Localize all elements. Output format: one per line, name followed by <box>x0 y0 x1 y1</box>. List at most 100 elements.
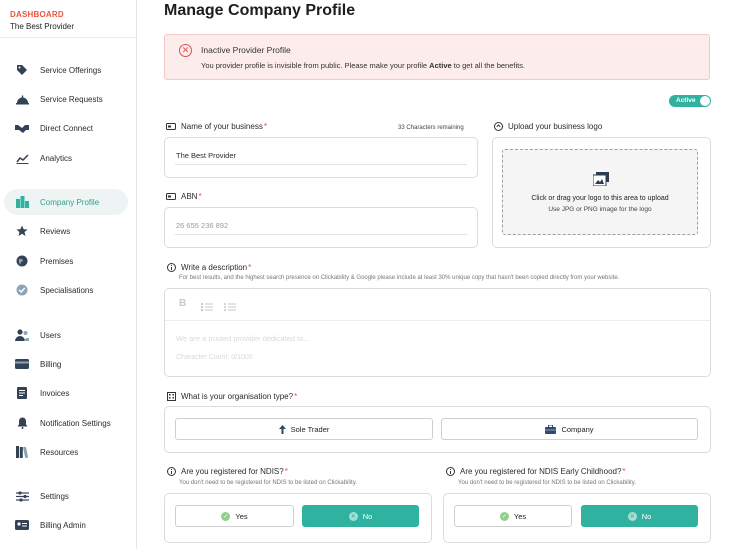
handshake-icon <box>14 121 30 135</box>
id-card-icon <box>14 518 30 532</box>
sidebar-item-label: Direct Connect <box>40 123 93 133</box>
sidebar-item-label: Premises <box>40 256 74 266</box>
id-card-icon <box>166 193 176 201</box>
building-icon <box>14 195 30 209</box>
editor-toolbar: B <box>165 289 710 321</box>
page-title: Manage Company Profile <box>164 2 356 19</box>
business-name-field[interactable]: The Best Provider <box>164 137 478 178</box>
sidebar-item-label: Invoices <box>40 388 70 398</box>
sidebar-item-service-requests[interactable]: Service Requests <box>4 86 128 112</box>
sidebar: DASHBOARD The Best Provider Service Offe… <box>0 0 137 549</box>
description-hint: For best results, and the highest search… <box>179 275 620 281</box>
ordered-list-icon[interactable] <box>201 299 213 317</box>
alert-title: Inactive Provider Profile <box>201 45 291 55</box>
sidebar-item-direct-connect[interactable]: Direct Connect <box>4 115 128 141</box>
sidebar-item-label: Users <box>40 330 61 340</box>
ndis-yes-button[interactable]: ✓ Yes <box>175 505 294 527</box>
ndis-ec-hint: You don't need to be registered for NDIS… <box>458 480 636 486</box>
sidebar-item-label: Notification Settings <box>40 418 111 428</box>
sliders-icon <box>14 489 30 503</box>
description-placeholder: We are a trusted provider dedicated to..… <box>176 334 310 343</box>
sidebar-item-billing-admin[interactable]: Billing Admin <box>4 512 128 538</box>
ndis-no-button[interactable]: ✕ No <box>302 505 419 527</box>
ndis-ec-label: Are you registered for NDIS Early Childh… <box>445 467 626 476</box>
sidebar-item-label: Resources <box>40 447 79 457</box>
sidebar-item-label: Reviews <box>40 226 71 236</box>
x-circle-icon: ✕ <box>348 511 358 521</box>
dashboard-link[interactable]: DASHBOARD <box>10 10 126 19</box>
check-circle-icon <box>14 283 30 297</box>
info-icon <box>166 467 176 476</box>
upload-instruction: Click or drag your logo to this area to … <box>531 195 669 202</box>
alert-text: You provider profile is invisible from p… <box>201 61 526 70</box>
ndis-ec-yes-button[interactable]: ✓ Yes <box>454 505 572 527</box>
sidebar-item-resources[interactable]: Resources <box>4 439 128 465</box>
abn-field[interactable]: 26 655 236 892 <box>164 207 478 248</box>
business-name-value: The Best Provider <box>176 151 237 160</box>
sidebar-item-billing[interactable]: Billing <box>4 351 128 377</box>
card-icon <box>14 357 30 371</box>
sidebar-brand: DASHBOARD The Best Provider <box>0 0 136 38</box>
arrow-up-icon <box>278 424 286 434</box>
bell-icon <box>14 416 30 430</box>
input-underline <box>175 164 467 165</box>
provider-name: The Best Provider <box>10 22 75 31</box>
sidebar-item-label: Billing Admin <box>40 520 86 530</box>
sidebar-item-label: Settings <box>40 491 69 501</box>
main-content: Manage Company Profile ✕ Inactive Provid… <box>137 0 730 549</box>
check-circle-icon: ✓ <box>499 511 509 521</box>
bell-service-icon <box>14 92 30 106</box>
bullet-list-icon[interactable] <box>224 299 236 317</box>
info-icon <box>445 467 455 476</box>
abn-label: ABN * <box>166 192 202 201</box>
sidebar-item-company-profile[interactable]: Company Profile <box>4 189 128 215</box>
sidebar-item-notification-settings[interactable]: Notification Settings <box>4 410 128 436</box>
x-circle-icon: ✕ <box>627 511 637 521</box>
users-icon <box>14 328 30 342</box>
company-button[interactable]: Company <box>441 418 698 440</box>
sidebar-item-premises[interactable]: Premises <box>4 248 128 274</box>
characters-remaining: 33 Characters remaining <box>398 125 464 131</box>
character-count: Character Count: 0/1000 <box>176 354 253 361</box>
sole-trader-button[interactable]: Sole Trader <box>175 418 433 440</box>
sidebar-item-settings[interactable]: Settings <box>4 483 128 509</box>
inactive-profile-alert: ✕ Inactive Provider Profile You provider… <box>164 34 710 80</box>
id-card-icon <box>166 123 176 131</box>
sidebar-item-service-offerings[interactable]: Service Offerings <box>4 57 128 83</box>
sidebar-item-analytics[interactable]: Analytics <box>4 145 128 171</box>
image-icon <box>592 172 609 191</box>
star-icon <box>14 224 30 238</box>
upload-format-hint: Use JPG or PNG image for the logo <box>548 206 652 213</box>
books-icon <box>14 445 30 459</box>
ndis-hint: You don't need to be registered for NDIS… <box>179 480 357 486</box>
sidebar-item-label: Specialisations <box>40 285 94 295</box>
close-circle-icon: ✕ <box>179 44 192 57</box>
briefcase-icon <box>545 424 557 434</box>
toggle-label: Active <box>676 97 696 104</box>
logo-dropzone[interactable]: Click or drag your logo to this area to … <box>502 149 698 235</box>
analytics-icon <box>14 151 30 165</box>
sidebar-item-label: Analytics <box>40 153 73 163</box>
sidebar-item-users[interactable]: Users <box>4 322 128 348</box>
abn-value: 26 655 236 892 <box>176 221 229 230</box>
sidebar-item-specialisations[interactable]: Specialisations <box>4 277 128 303</box>
tag-icon <box>14 63 30 77</box>
description-label: Write a description * <box>166 263 251 272</box>
input-underline <box>175 234 467 235</box>
globe-icon <box>14 254 30 268</box>
sidebar-item-label: Company Profile <box>40 197 100 207</box>
sidebar-item-reviews[interactable]: Reviews <box>4 218 128 244</box>
invoice-icon <box>14 386 30 400</box>
active-toggle[interactable]: Active <box>669 95 711 107</box>
sidebar-item-invoices[interactable]: Invoices <box>4 380 128 406</box>
check-circle-icon: ✓ <box>221 511 231 521</box>
sidebar-item-label: Service Requests <box>40 94 103 104</box>
ndis-label: Are you registered for NDIS? * <box>166 467 288 476</box>
sidebar-item-label: Billing <box>40 359 62 369</box>
bold-icon[interactable]: B <box>179 298 186 309</box>
info-icon <box>166 263 176 272</box>
org-type-label: What is your organisation type? * <box>166 392 297 401</box>
toggle-knob <box>700 96 710 106</box>
ndis-ec-no-button[interactable]: ✕ No <box>581 505 698 527</box>
description-editor[interactable]: B We are a trusted provider dedicated to… <box>164 288 711 377</box>
